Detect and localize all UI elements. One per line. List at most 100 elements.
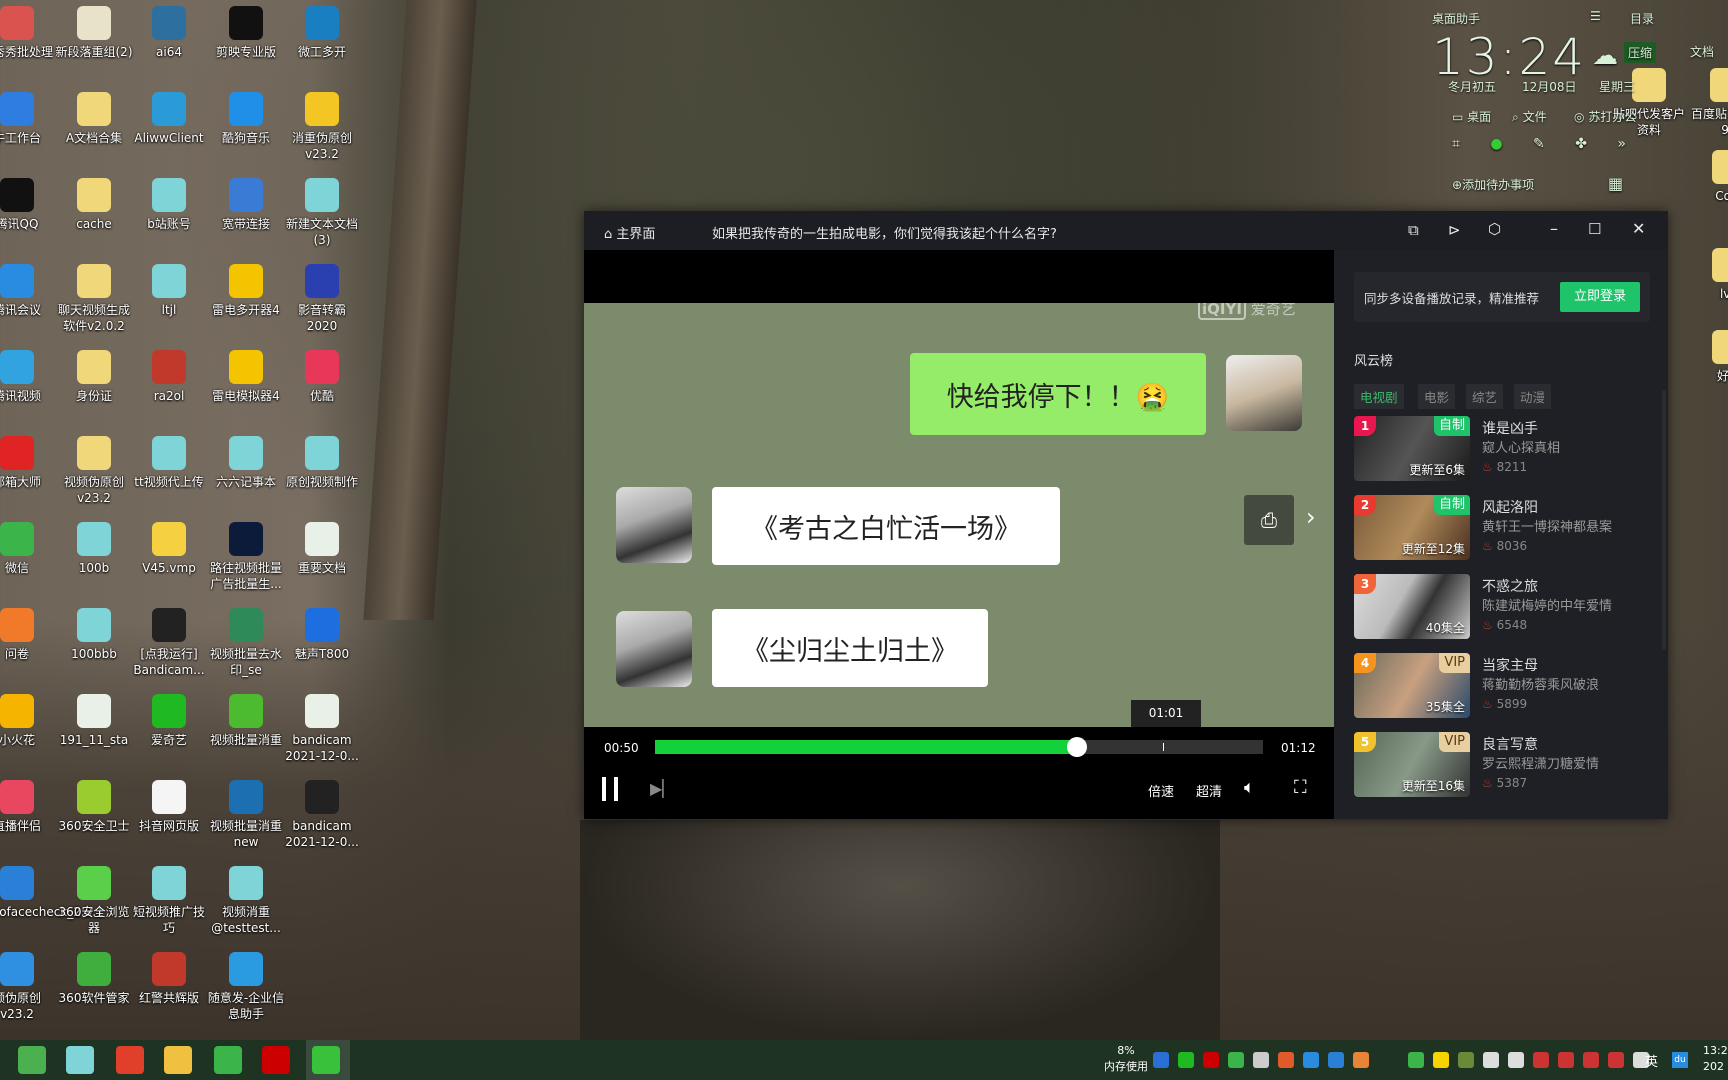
desktop-icon[interactable]: 随意发-企业信息助手 (207, 952, 285, 1022)
desktop-icon[interactable]: 雷电多开器4 (207, 264, 285, 318)
desktop-icon[interactable]: 爱奇艺 (130, 694, 208, 748)
category-tab[interactable]: 动漫 (1514, 384, 1552, 409)
tray-icon[interactable] (1203, 1052, 1219, 1068)
screenshot-button[interactable]: ⎙ (1244, 495, 1294, 545)
desktop-icon[interactable]: 红警共辉版 (130, 952, 208, 1006)
mini-mode-icon[interactable]: ⧉ (1408, 221, 1419, 239)
desktop-icon[interactable]: 酷狗音乐 (207, 92, 285, 146)
tray-icon[interactable] (1303, 1052, 1319, 1068)
desktop-icon[interactable]: 360安全卫士 (55, 780, 133, 834)
note-icon[interactable]: ✎ (1533, 136, 1545, 152)
minimize-button[interactable]: – (1550, 219, 1558, 238)
pin-icon[interactable]: ⊳ (1448, 221, 1461, 239)
progress-handle[interactable] (1066, 737, 1087, 757)
tray-icon[interactable] (1558, 1052, 1574, 1068)
ranking-item[interactable]: 5 VIP 更新至16集 良言写意 罗云熙程潇刀糖爱情 ♨ 5387 (1354, 732, 1654, 798)
ranking-item[interactable]: 2 自制 更新至12集 风起洛阳 黄轩王一博探神都悬案 ♨ 8036 (1354, 495, 1654, 561)
desktop-icon[interactable]: V45.vmp (130, 522, 208, 576)
eye-icon[interactable]: ● (1490, 136, 1502, 152)
tray-icon[interactable] (1408, 1052, 1424, 1068)
desktop-icon[interactable]: 腾讯会议 (0, 264, 56, 318)
pause-button[interactable] (602, 777, 618, 801)
menu-icon[interactable]: ☰ (1590, 9, 1601, 23)
desktop-icon[interactable]: ltjl (130, 264, 208, 318)
title-bar[interactable]: ⌂ 主界面 如果把我传奇的一生拍成电影，你们觉得我该起个什么名字? ⧉ ⊳ ⬡ … (584, 211, 1668, 250)
desktop-icon[interactable]: [点我运行] Bandicam... (130, 608, 208, 678)
desktop-icon[interactable]: 视频批量消重 new (207, 780, 285, 850)
desktop-icon[interactable]: 腾讯视频 (0, 350, 56, 404)
expand-arrow-icon[interactable]: › (1306, 503, 1316, 531)
desktop-icon[interactable]: bandicam 2021-12-0... (283, 780, 361, 850)
desktop-icon[interactable]: b站账号 (130, 178, 208, 232)
ime-indicator[interactable]: 英 (1645, 1051, 1658, 1070)
baidu-input-icon[interactable]: du (1672, 1052, 1688, 1068)
docs-shortcut[interactable]: 文档 (1690, 43, 1714, 60)
home-button[interactable]: ⌂ 主界面 (604, 223, 655, 242)
add-todo-button[interactable]: ⊕添加待办事项 (1452, 176, 1534, 193)
start-360-icon[interactable] (18, 1046, 46, 1074)
tray-icon[interactable] (1483, 1052, 1499, 1068)
desktop-icon[interactable]: cache (55, 178, 133, 232)
desktop-icon[interactable]: 视频伪原创 v23.2 (55, 436, 133, 506)
tray-icon[interactable] (1253, 1052, 1269, 1068)
desktop-icon[interactable]: 抖音网页版 (130, 780, 208, 834)
desktop-icon[interactable]: Com (1690, 150, 1728, 204)
office-button[interactable]: ◎ 苏打办公 (1574, 108, 1636, 125)
desktop-icon[interactable]: ra2ol (130, 350, 208, 404)
file-search-button[interactable]: ⌕ 文件 (1512, 108, 1547, 125)
ranking-item[interactable]: 4 VIP 35集全 当家主母 蒋勤勤杨蓉乘风破浪 ♨ 5899 (1354, 653, 1654, 719)
desktop-icon[interactable]: 视频消重 @testtest... (207, 866, 285, 936)
login-button[interactable]: 立即登录 (1560, 282, 1640, 312)
desktop-icon[interactable]: 剪映专业版 (207, 6, 285, 60)
desktop-icon[interactable]: 邮箱大师 (0, 436, 56, 490)
desktop-icon[interactable]: 视频批量消重 (207, 694, 285, 748)
desktop-icon[interactable]: 身份证 (55, 350, 133, 404)
tray-icon[interactable] (1153, 1052, 1169, 1068)
next-button[interactable]: ▶▏ (650, 779, 675, 798)
desktop-icon[interactable]: 路往视频批量广告批量生... (207, 522, 285, 592)
qr-icon[interactable]: ▦ (1608, 174, 1623, 193)
more-icon[interactable]: » (1617, 136, 1626, 152)
file-explorer-icon[interactable] (164, 1046, 192, 1074)
progress-bar[interactable] (655, 737, 1263, 757)
desktop-icon[interactable]: lv8 (1690, 248, 1728, 302)
desktop-icon[interactable]: 直播伴侣 (0, 780, 56, 834)
clover-icon[interactable]: ✤ (1575, 136, 1587, 152)
fullscreen-icon[interactable]: ⛶ (1294, 777, 1307, 798)
tray-icon[interactable] (1278, 1052, 1294, 1068)
desktop-icon[interactable]: 优酷 (283, 350, 361, 404)
video-area[interactable]: iQIYI 爱奇艺 快给我停下！！🤮 《考古之白忙活一场》 ⎙ › 《尘归尘土归… (584, 250, 1334, 819)
widget-menu[interactable]: 目录 (1630, 10, 1654, 27)
desktop-icon[interactable]: 魅声T800 (283, 608, 361, 662)
speed-button[interactable]: 倍速 (1148, 781, 1174, 800)
close-button[interactable]: ✕ (1632, 219, 1645, 238)
desktop-icon[interactable]: 新建文本文档 (3) (283, 178, 361, 248)
scrollbar[interactable] (1662, 390, 1666, 650)
desktop-icon[interactable]: 腾讯QQ (0, 178, 56, 232)
desktop-icon[interactable]: 好看 (1690, 330, 1728, 384)
app-x-icon[interactable] (116, 1046, 144, 1074)
tray-icon[interactable] (1353, 1052, 1369, 1068)
wechat-icon[interactable] (214, 1046, 242, 1074)
desktop-icon[interactable]: 360安全浏览器 (55, 866, 133, 936)
desktop-icon[interactable]: 百度贴吧助手9. (1688, 68, 1728, 138)
desktop-icon[interactable]: 100b (55, 522, 133, 576)
desktop-icon[interactable]: 原创视频制作 (283, 436, 361, 490)
tray-icon[interactable] (1328, 1052, 1344, 1068)
desktop-icon[interactable]: AliwwClient (130, 92, 208, 146)
desktop-icon[interactable]: n_nofacecheck_2.9.1 (0, 866, 104, 920)
tray-icon[interactable] (1433, 1052, 1449, 1068)
quality-button[interactable]: 超清 (1196, 781, 1222, 800)
settings-icon[interactable]: ⬡ (1488, 220, 1501, 238)
tray-icon[interactable] (1458, 1052, 1474, 1068)
desktop-icon[interactable]: 影音转霸 2020 (283, 264, 361, 334)
desktop-icon[interactable]: A文档合集 (55, 92, 133, 146)
bandicam-icon[interactable] (262, 1046, 290, 1074)
desktop-icon[interactable]: 191_11_sta (55, 694, 133, 748)
desktop-icon[interactable]: 图秀秀批处理 (0, 6, 56, 60)
desktop-icon[interactable]: 消重伪原创 v23.2 (283, 92, 361, 162)
desktop-icon[interactable]: 微信 (0, 522, 56, 576)
desktop-icon[interactable]: ai64 (130, 6, 208, 60)
ranking-item[interactable]: 3 40集全 不惑之旅 陈建斌梅婷的中年爱情 ♨ 6548 (1354, 574, 1654, 640)
tray-icon[interactable] (1608, 1052, 1624, 1068)
